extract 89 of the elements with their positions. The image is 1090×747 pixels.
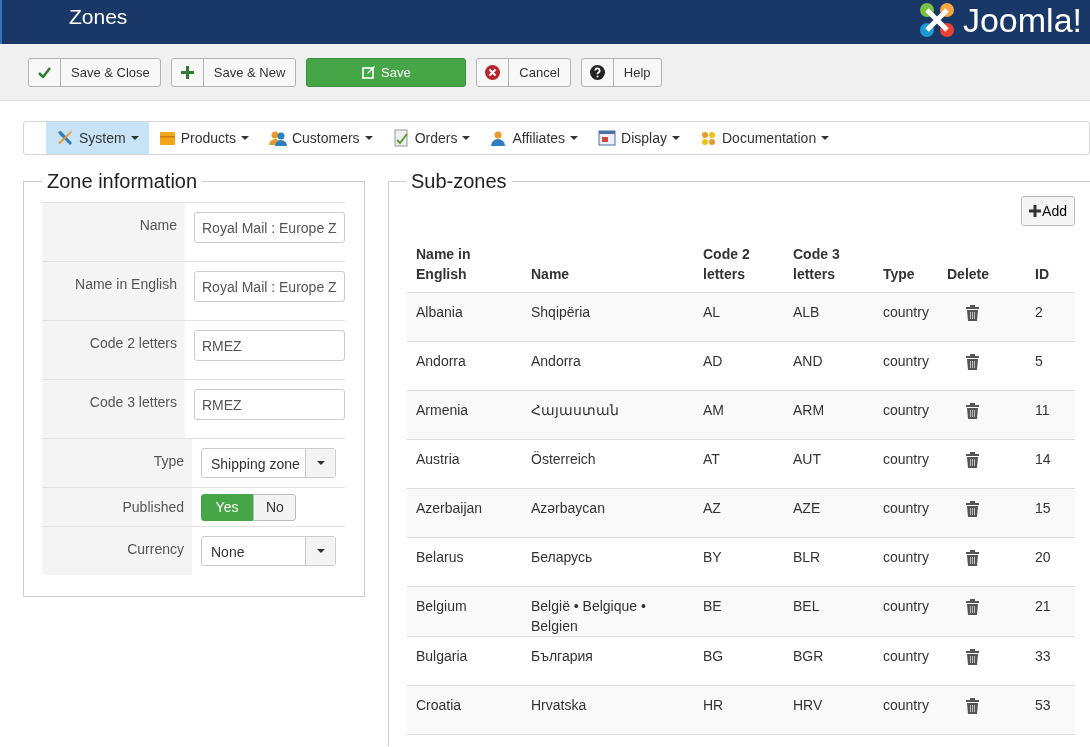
table-cell: Armenia — [407, 390, 522, 440]
toolbar-button[interactable]: Save & Close — [28, 58, 161, 87]
table-cell: HRV — [784, 685, 874, 735]
toolbar-button[interactable]: Save & New — [170, 58, 297, 87]
field-label: Name in English — [42, 262, 185, 320]
column-header: Code 2 letters — [694, 240, 784, 293]
table-cell: Azərbaycan — [522, 488, 694, 538]
table-cell: 53 — [1026, 685, 1075, 735]
table-cell: Hrvatska — [522, 685, 694, 735]
table-cell: AL — [694, 292, 784, 342]
table-cell: BE — [694, 586, 784, 637]
table-cell: Belgium — [407, 586, 522, 637]
table-cell: BY — [694, 537, 784, 587]
table-cell: country — [874, 586, 938, 637]
menu-item[interactable]: Display — [588, 122, 690, 154]
table-cell: AND — [784, 341, 874, 391]
table-cell: country — [874, 537, 938, 587]
table-cell: Հայաստան — [522, 390, 694, 440]
table-cell: Austria — [407, 439, 522, 489]
table-cell: country — [874, 341, 938, 391]
table-cell: AM — [694, 390, 784, 440]
table-cell: Bulgaria — [407, 636, 522, 686]
table-cell: 15 — [1026, 488, 1075, 538]
table-cell: BEL — [784, 586, 874, 637]
table-cell: BGR — [784, 636, 874, 686]
text-field[interactable]: RMEZ — [194, 330, 345, 361]
field-label: Published — [42, 488, 192, 526]
field-label: Code 2 letters — [42, 321, 185, 379]
table-cell: 5 — [1026, 341, 1075, 391]
toolbar-button[interactable]: Cancel — [476, 58, 571, 87]
table-cell: HR — [694, 685, 784, 735]
table-cell: Andorra — [522, 341, 694, 391]
menu-item[interactable]: Orders — [382, 122, 481, 154]
field-label: Type — [42, 439, 192, 487]
menu-item[interactable]: Customers — [258, 122, 383, 154]
add-button[interactable]: Add — [1021, 196, 1075, 226]
table-cell: België • Belgique • Belgien — [522, 586, 694, 637]
table-cell: 20 — [1026, 537, 1075, 587]
column-header: Name in English — [407, 240, 522, 293]
table-cell: Беларусь — [522, 537, 694, 587]
table-cell: ARM — [784, 390, 874, 440]
dropdown[interactable]: None — [201, 536, 336, 566]
column-header: Name — [522, 240, 694, 293]
dropdown[interactable]: Shipping zone — [201, 448, 336, 478]
menu-item[interactable]: Affiliates — [480, 122, 589, 154]
table-cell: country — [874, 636, 938, 686]
toolbar-button[interactable]: Help — [580, 58, 662, 87]
table-cell: Österreich — [522, 439, 694, 489]
field-label: Currency — [42, 527, 192, 575]
table-cell: country — [874, 390, 938, 440]
menu-item[interactable]: Products — [148, 122, 259, 154]
column-header: ID — [1026, 240, 1075, 293]
table-cell: country — [874, 292, 938, 342]
column-header: Code 3 letters — [784, 240, 874, 293]
toggle-option[interactable]: No — [253, 494, 296, 521]
text-field[interactable]: Royal Mail : Europe Z — [194, 212, 345, 243]
table-cell: country — [874, 439, 938, 489]
table-cell: Croatia — [407, 685, 522, 735]
table-cell: AT — [694, 439, 784, 489]
table-cell: 33 — [1026, 636, 1075, 686]
table-cell: 14 — [1026, 439, 1075, 489]
page-title: Zones — [69, 4, 128, 30]
menu-item[interactable]: System — [46, 122, 149, 154]
field-label: Name — [42, 203, 185, 261]
table-cell: 11 — [1026, 390, 1075, 440]
table-cell: country — [874, 685, 938, 735]
table-cell: Azerbaijan — [407, 488, 522, 538]
table-cell: ALB — [784, 292, 874, 342]
table-cell: AUT — [784, 439, 874, 489]
field-label: Code 3 letters — [42, 380, 185, 438]
table-cell: Belarus — [407, 537, 522, 587]
table-cell: country — [874, 488, 938, 538]
table-cell: BLR — [784, 537, 874, 587]
table-cell: 2 — [1026, 292, 1075, 342]
table-cell: България — [522, 636, 694, 686]
table-cell: 21 — [1026, 586, 1075, 637]
table-cell: AD — [694, 341, 784, 391]
table-cell: AZE — [784, 488, 874, 538]
table-cell: Andorra — [407, 341, 522, 391]
table-cell: BG — [694, 636, 784, 686]
table-cell: AZ — [694, 488, 784, 538]
table-cell: Albania — [407, 292, 522, 342]
menu-item[interactable]: Documentation — [690, 122, 840, 154]
text-field[interactable]: RMEZ — [194, 389, 345, 420]
column-header: Type — [874, 240, 938, 293]
text-field[interactable]: Royal Mail : Europe Z — [194, 271, 345, 302]
column-header: Delete — [938, 240, 1026, 293]
logo-text: Joomla! — [962, 3, 1082, 37]
table-cell: Shqipëria — [522, 292, 694, 342]
